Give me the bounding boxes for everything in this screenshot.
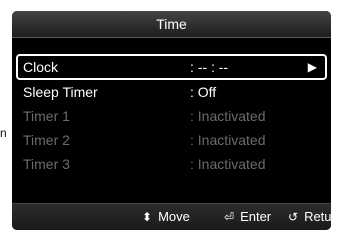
menu-item-sleep-timer[interactable]: Sleep Timer : Off (12, 80, 331, 104)
menu-item-value: : Inactivated (190, 108, 266, 124)
menu-item-timer-1[interactable]: Timer 1 : Inactivated (12, 104, 331, 128)
menu-item-timer-3[interactable]: Timer 3 : Inactivated (12, 152, 331, 176)
menu-item-value: : Inactivated (190, 156, 266, 172)
side-text: n (0, 126, 7, 140)
menu-title: Time (156, 16, 187, 32)
menu-item-value: : Off (190, 84, 217, 100)
enter-hint: ⏎ Enter (224, 209, 271, 224)
menu-item-label: Sleep Timer (23, 84, 98, 100)
menu-item-label: Timer 2 (23, 132, 70, 148)
up-down-arrows-icon: ⬍ (142, 209, 153, 224)
tv-osd-screen: Time Clock : -- : -- ▶ Sleep Timer : Off… (12, 11, 331, 230)
navigation-footer: ⬍ Move ⏎ Enter ↺ Return (12, 203, 331, 230)
menu-title-bar: Time (12, 11, 331, 38)
return-label: Return (304, 209, 331, 224)
return-hint: ↺ Return (288, 209, 331, 224)
menu-item-value: : -- : -- (190, 59, 229, 75)
move-label: Move (158, 209, 190, 224)
move-hint: ⬍ Move (142, 209, 190, 224)
menu-item-label: Timer 1 (23, 108, 70, 124)
right-arrow-icon: ▶ (307, 60, 317, 74)
return-icon: ↺ (288, 209, 299, 224)
enter-icon: ⏎ (224, 209, 235, 224)
enter-label: Enter (240, 209, 272, 224)
menu-item-timer-2[interactable]: Timer 2 : Inactivated (12, 128, 331, 152)
time-menu: Clock : -- : -- ▶ Sleep Timer : Off Time… (12, 54, 331, 176)
menu-item-label: Timer 3 (23, 156, 70, 172)
menu-item-value: : Inactivated (190, 132, 266, 148)
menu-item-label: Clock (23, 59, 59, 75)
menu-item-clock[interactable]: Clock : -- : -- ▶ (16, 54, 327, 80)
